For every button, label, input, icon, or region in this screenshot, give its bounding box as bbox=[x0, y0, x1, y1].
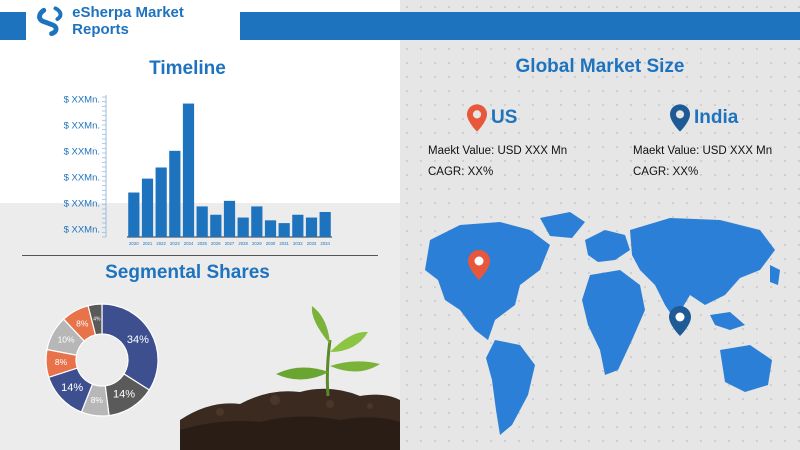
x-tick-label: 2031 bbox=[279, 241, 289, 246]
timeline-bar bbox=[169, 150, 181, 237]
global-market-title: Global Market Size bbox=[515, 56, 685, 77]
timeline-bar bbox=[264, 220, 277, 237]
x-tick-label: 2025 bbox=[197, 241, 207, 246]
india-map-pin-icon bbox=[669, 306, 691, 336]
x-tick-label: 2029 bbox=[252, 241, 262, 246]
x-tick-label: 2027 bbox=[225, 241, 235, 246]
us-market-value: Maekt Value: USD XXX Mn bbox=[428, 145, 568, 157]
timeline-bar bbox=[292, 214, 304, 237]
timeline-bar bbox=[319, 211, 331, 237]
y-tick-label: $ XXMn. bbox=[64, 121, 100, 132]
x-tick-label: 2030 bbox=[266, 241, 276, 246]
donut-slice-label: 8% bbox=[91, 395, 104, 405]
x-tick-label: 2024 bbox=[184, 241, 194, 246]
donut-slice-label: 34% bbox=[127, 334, 149, 346]
timeline-bar bbox=[196, 206, 208, 237]
timeline-bar bbox=[237, 217, 249, 237]
india-market-value: Maekt Value: USD XXX Mn bbox=[633, 145, 773, 157]
timeline-bar bbox=[223, 200, 236, 237]
x-tick-label: 2023 bbox=[170, 241, 180, 246]
x-tick-label: 2032 bbox=[293, 241, 303, 246]
segmental-donut-chart: 34%14%8%14%8%10%8% 4% bbox=[45, 303, 159, 417]
timeline-bar bbox=[141, 178, 154, 237]
donut-slice-label: 14% bbox=[61, 382, 83, 394]
timeline-bar bbox=[278, 223, 290, 237]
x-tick-label: 2033 bbox=[307, 241, 317, 246]
x-tick-label: 2022 bbox=[156, 241, 166, 246]
donut-slice-label: 8% bbox=[55, 357, 68, 367]
section-divider bbox=[22, 255, 378, 256]
y-tick-label: $ XXMn. bbox=[64, 173, 100, 184]
donut-slice-label: 4% bbox=[93, 317, 101, 323]
x-tick-label: 2021 bbox=[143, 241, 153, 246]
x-tick-label: 2020 bbox=[129, 241, 139, 246]
us-location-pin-icon bbox=[467, 104, 487, 132]
india-location-pin-icon bbox=[670, 104, 690, 132]
world-map bbox=[425, 212, 780, 435]
timeline-bar bbox=[155, 167, 167, 237]
us-map-pin-icon bbox=[468, 250, 490, 280]
india-label: India bbox=[694, 107, 739, 128]
x-tick-label: 2034 bbox=[320, 241, 330, 246]
donut-slice-label: 8% bbox=[76, 318, 89, 328]
plant-soil-illustration bbox=[180, 306, 400, 450]
timeline-bar bbox=[305, 217, 318, 237]
y-tick-label: $ XXMn. bbox=[64, 147, 100, 158]
donut-slice-label: 10% bbox=[58, 334, 75, 344]
x-tick-label: 2028 bbox=[238, 241, 248, 246]
y-tick-label: $ XXMn. bbox=[64, 225, 100, 236]
y-tick-label: $ XXMn. bbox=[64, 199, 100, 210]
donut-slice-label: 14% bbox=[113, 389, 135, 401]
timeline-bar-chart: $ XXMn. $ XXMn. $ XXMn. $ XXMn. $ XXMn. $ XXM… bbox=[64, 95, 332, 246]
india-cagr: CAGR: XX% bbox=[633, 166, 699, 178]
segmental-title: Segmental Shares bbox=[105, 262, 270, 283]
timeline-bar bbox=[128, 192, 140, 237]
us-cagr: CAGR: XX% bbox=[428, 166, 494, 178]
us-label: US bbox=[491, 107, 518, 128]
x-tick-label: 2026 bbox=[211, 241, 221, 246]
timeline-bar bbox=[182, 103, 195, 237]
timeline-bar bbox=[210, 214, 222, 237]
y-tick-label: $ XXMn. bbox=[64, 95, 100, 106]
timeline-bar bbox=[251, 206, 263, 237]
